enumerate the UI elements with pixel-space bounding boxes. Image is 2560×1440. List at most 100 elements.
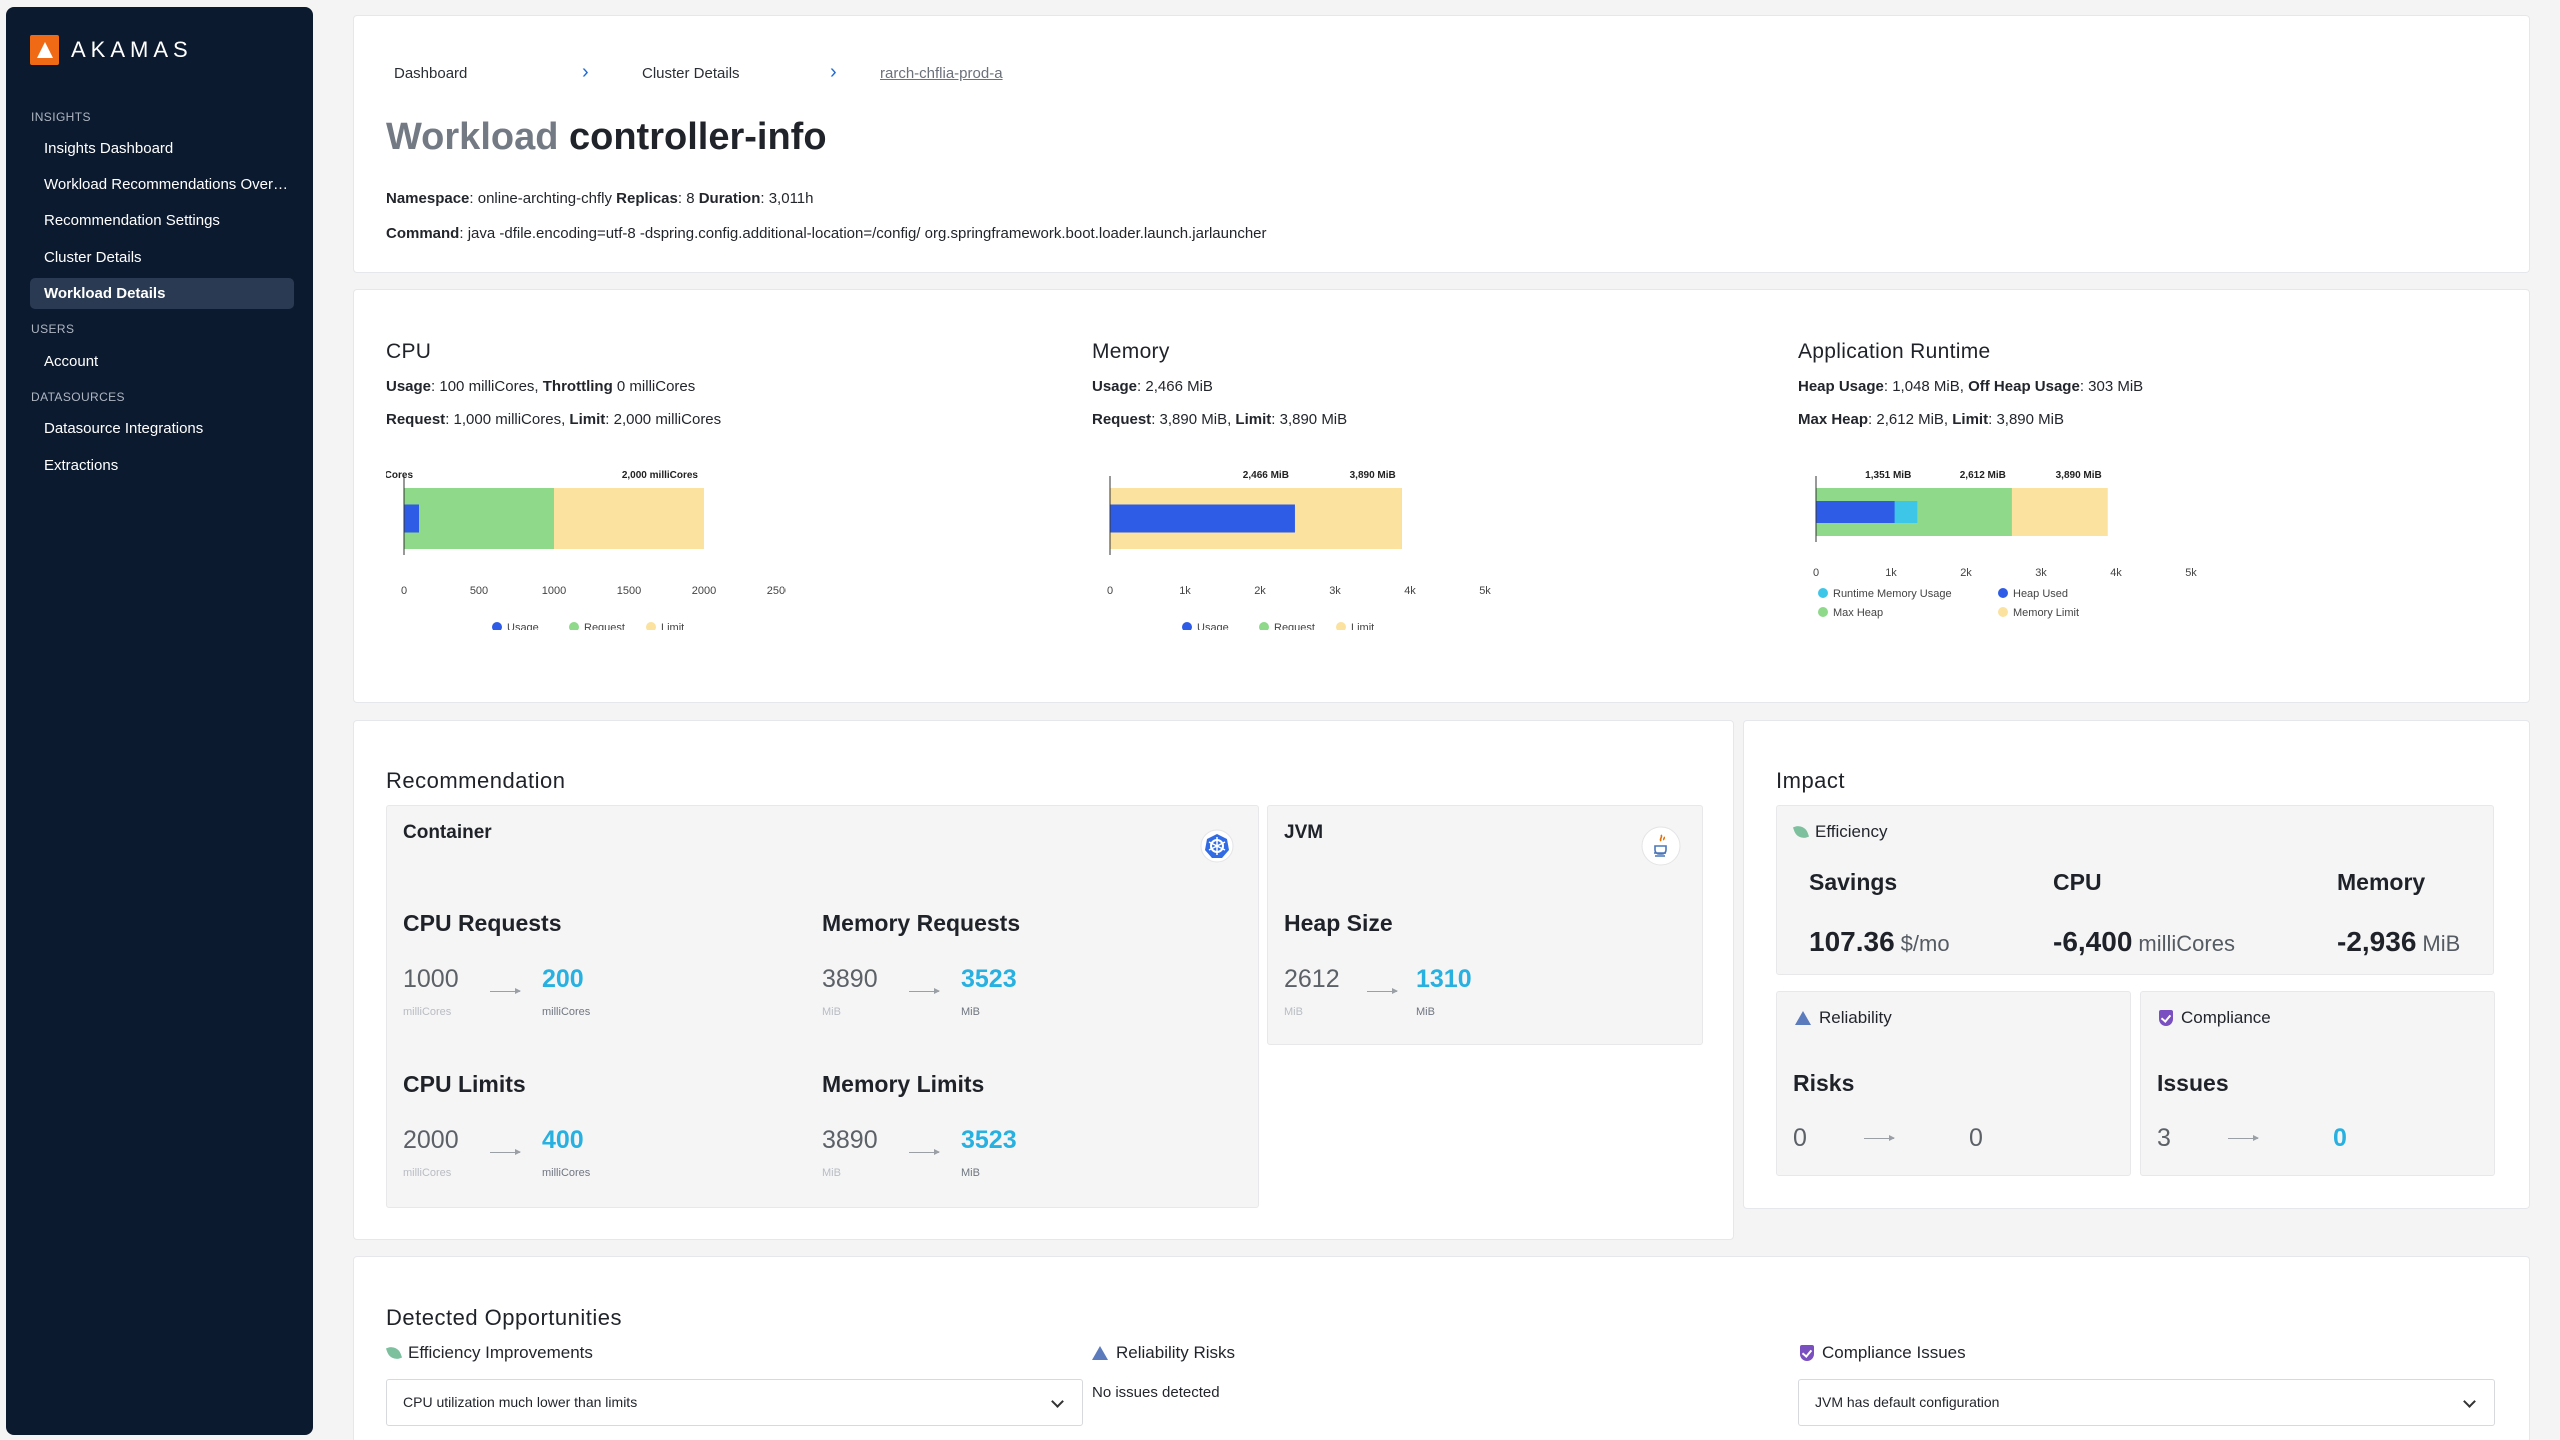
cpu-usage-value: 100 milliCores, xyxy=(439,378,539,395)
breadcrumb-cluster-details[interactable]: Cluster Details xyxy=(642,65,740,82)
jvm-title: JVM xyxy=(1284,822,1324,843)
namespace-label: Namespace xyxy=(386,190,470,207)
namespace-value: online-archting-chfly xyxy=(477,190,612,207)
efficiency-improvements-label: Efficiency Improvements xyxy=(408,1343,593,1362)
sidebar-item-workload-details[interactable]: Workload Details xyxy=(30,278,294,309)
sidebar-item-extractions[interactable]: Extractions xyxy=(30,450,294,481)
page-title-prefix: Workload xyxy=(386,116,559,158)
container-title: Container xyxy=(403,822,492,843)
legend-label: Limit xyxy=(661,622,684,630)
memory-impact-value: -2,936 MiB xyxy=(2337,926,2460,958)
duration-label: Duration xyxy=(698,190,761,207)
logo-text: AKAMAS xyxy=(71,37,193,62)
recommendation-card: Recommendation Container CPU Requests 10… xyxy=(353,720,1734,1240)
sidebar-item-datasource-integrations[interactable]: Datasource Integrations xyxy=(30,413,294,444)
sidebar-item-cluster-details[interactable]: Cluster Details xyxy=(30,242,294,273)
sidebar-section-datasources: DATASOURCES xyxy=(31,390,125,404)
x-tick-label: 0 xyxy=(401,585,407,597)
arrow-right-icon xyxy=(1864,1135,1895,1141)
workload-command: Command: java -dfile.encoding=utf-8 -dsp… xyxy=(386,225,1267,242)
data-label: 2,000 milliCores xyxy=(622,470,699,481)
issues-old: 3 xyxy=(2157,1124,2171,1152)
efficiency-improvements-heading: Efficiency Improvements xyxy=(385,1343,593,1363)
shield-check-icon xyxy=(1800,1345,1814,1361)
x-tick-label: 4k xyxy=(1404,585,1416,597)
sidebar-item-recommendation-settings[interactable]: Recommendation Settings xyxy=(30,205,294,236)
cpu-limits-old-unit: milliCores xyxy=(403,1167,452,1179)
memory-requests-label: Memory Requests xyxy=(822,910,1021,936)
cpu-throttling-label: Throttling xyxy=(542,378,613,395)
chevron-down-icon xyxy=(1051,1395,1064,1408)
efficiency-impact: Efficiency Savings 107.36 $/mo CPU -6,400… xyxy=(1776,805,2494,975)
sidebar-item-workload-recommendations[interactable]: Workload Recommendations Overview xyxy=(30,169,294,200)
legend-marker xyxy=(1998,588,2008,598)
x-tick-label: 2k xyxy=(1960,567,1972,579)
compliance-issues-select[interactable]: JVM has default configuration xyxy=(1798,1379,2495,1426)
x-tick-label: 4k xyxy=(2110,567,2122,579)
legend-marker xyxy=(492,622,502,630)
cpu-limits-new-unit: milliCores xyxy=(542,1167,591,1179)
legend-marker xyxy=(569,622,579,630)
efficiency-improvements-selected: CPU utilization much lower than limits xyxy=(403,1394,638,1410)
runtime-limit-label: Limit xyxy=(1952,411,1989,428)
bar-heap-used xyxy=(1816,501,1895,523)
legend-label: Runtime Memory Usage xyxy=(1833,588,1952,600)
cpu-impact-amount: -6,400 xyxy=(2053,926,2133,957)
memory-requests-new: 3523 xyxy=(961,965,1017,993)
sidebar-item-account[interactable]: Account xyxy=(30,346,294,377)
memory-limits-new: 3523 xyxy=(961,1126,1017,1154)
compliance-issues-label: Compliance Issues xyxy=(1822,1343,1966,1362)
runtime-limit-value: 3,890 MiB xyxy=(1996,411,2064,428)
leaf-icon xyxy=(1792,823,1810,841)
memory-chart: 2,466 MiB 3,890 MiB 0 1k 2k 3k 4k 5k Usage Reques… xyxy=(1107,470,1491,630)
opportunities-title: Detected Opportunities xyxy=(386,1305,623,1330)
legend-label: Limit xyxy=(1351,622,1374,630)
heap-size-old: 2612 xyxy=(1284,965,1340,993)
legend-marker xyxy=(1259,622,1269,630)
cpu-requests-new: 200 xyxy=(542,965,584,993)
sidebar-item-insights-dashboard[interactable]: Insights Dashboard xyxy=(30,133,294,164)
legend-marker xyxy=(1818,588,1828,598)
sidebar: AKAMAS INSIGHTS Insights Dashboard Workl… xyxy=(6,7,313,1435)
command-label: Command xyxy=(386,225,460,242)
x-tick-label: 500 xyxy=(470,585,488,597)
replicas-value: 8 xyxy=(686,190,695,207)
legend-marker xyxy=(1818,607,1828,617)
data-label: 3,890 MiB xyxy=(2056,470,2102,481)
metrics-card: CPU Usage: 100 milliCores, Throttling 0 … xyxy=(353,289,2530,703)
compliance-impact: Compliance Issues 3 0 xyxy=(2140,991,2495,1176)
logo[interactable]: AKAMAS xyxy=(30,35,193,65)
legend-label: Request xyxy=(1274,622,1315,630)
data-label: 2,612 MiB xyxy=(1960,470,2006,481)
heap-usage-label: Heap Usage xyxy=(1798,378,1884,395)
compliance-tag: Compliance xyxy=(2159,1008,2271,1028)
risks-old: 0 xyxy=(1793,1124,1807,1152)
legend-marker xyxy=(1182,622,1192,630)
bar-usage xyxy=(1110,504,1295,533)
x-tick-label: 2000 xyxy=(692,585,716,597)
x-tick-label: 2500 xyxy=(767,585,786,597)
impact-card: Impact Efficiency Savings 107.36 $/mo CPU… xyxy=(1743,720,2530,1209)
memory-limits-old: 3890 xyxy=(822,1126,878,1154)
cpu-requests-old: 1000 xyxy=(403,965,459,993)
command-value: java -dfile.encoding=utf-8 -dspring.conf… xyxy=(467,225,1267,242)
impact-title: Impact xyxy=(1776,768,1846,793)
savings-amount: 107.36 xyxy=(1809,926,1895,957)
breadcrumb-dashboard[interactable]: Dashboard xyxy=(394,65,467,82)
akamas-logo-icon xyxy=(30,35,59,65)
memory-impact-amount: -2,936 xyxy=(2337,926,2417,957)
warning-triangle-icon xyxy=(1092,1346,1108,1360)
cpu-limit-value: 2,000 milliCores xyxy=(613,411,722,428)
warning-triangle-icon xyxy=(1795,1011,1811,1025)
memory-requests-old-unit: MiB xyxy=(822,1006,841,1018)
efficiency-improvements-select[interactable]: CPU utilization much lower than limits xyxy=(386,1379,1083,1426)
issues-new: 0 xyxy=(2333,1124,2347,1152)
cpu-usage-label: Usage xyxy=(386,378,432,395)
heap-size-new-unit: MiB xyxy=(1416,1006,1435,1018)
breadcrumb-workload[interactable]: rarch-chflia-prod-a xyxy=(880,65,1003,82)
arrow-right-icon xyxy=(490,1149,521,1155)
cpu-throttling-value: 0 milliCores xyxy=(616,378,696,395)
legend-label: Max Heap xyxy=(1833,607,1883,619)
cpu-impact-value: -6,400 milliCores xyxy=(2053,926,2235,958)
issues-label: Issues xyxy=(2157,1070,2229,1096)
